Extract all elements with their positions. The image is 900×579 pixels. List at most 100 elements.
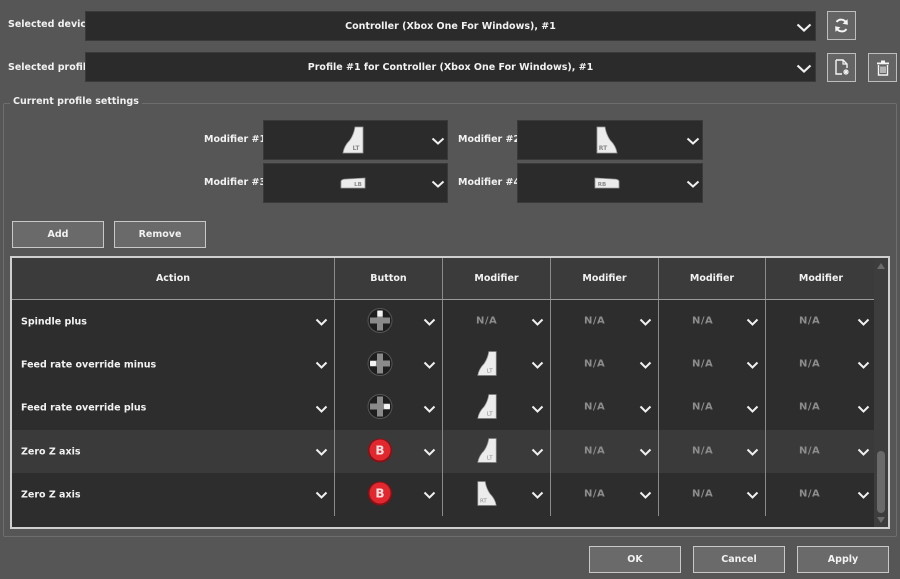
button-cell[interactable] [335, 343, 443, 387]
apply-button[interactable]: Apply [797, 546, 889, 573]
chevron-down-icon[interactable] [423, 318, 436, 326]
chevron-down-icon[interactable] [531, 405, 544, 413]
right-trigger-icon: RT [596, 126, 618, 154]
button-cell[interactable] [335, 386, 443, 430]
modifier-cell[interactable]: N/A [551, 343, 659, 387]
scroll-up-icon[interactable] [874, 261, 888, 271]
chevron-down-icon[interactable] [423, 491, 436, 500]
left-bumper-icon: LB [340, 177, 365, 189]
svg-text:LT: LT [487, 412, 493, 418]
cancel-button[interactable]: Cancel [693, 546, 785, 573]
action-value: Feed rate override minus [21, 359, 157, 371]
modifier-cell[interactable]: N/A [551, 429, 659, 474]
chevron-down-icon[interactable] [315, 318, 328, 326]
modifier-cell[interactable]: N/A [766, 300, 876, 343]
modifier-cell[interactable]: LT [443, 429, 551, 474]
chevron-down-icon[interactable] [857, 318, 870, 326]
not-assigned-value: N/A [799, 444, 821, 456]
refresh-devices-button[interactable] [827, 11, 856, 40]
not-assigned-value: N/A [476, 315, 498, 327]
modifier-4-select[interactable]: RB [517, 163, 703, 203]
modifier-cell[interactable]: N/A [659, 386, 766, 430]
modifier-cell[interactable]: N/A [659, 473, 766, 517]
modifier-cell[interactable]: N/A [659, 429, 766, 474]
action-cell[interactable]: Zero Z axis [12, 473, 335, 517]
table-row[interactable]: Zero Z axis B LT N/A N/A N/A [12, 429, 876, 474]
chevron-down-icon[interactable] [531, 448, 544, 456]
dpad-right-icon [367, 394, 393, 423]
modifier-cell[interactable]: N/A [766, 473, 876, 516]
chevron-down-icon[interactable] [531, 491, 544, 500]
table-row[interactable]: Spindle plus N/A N/A N/A N/A [12, 300, 876, 344]
not-assigned-value: N/A [692, 444, 714, 456]
add-button[interactable]: Add [12, 221, 104, 248]
not-assigned-value: N/A [692, 488, 714, 500]
delete-profile-button[interactable] [868, 53, 897, 82]
modifier-cell[interactable]: N/A [551, 300, 659, 344]
modifier-cell[interactable]: N/A [551, 473, 659, 517]
modifier-cell[interactable]: N/A [766, 430, 876, 473]
table-scrollbar[interactable] [874, 258, 888, 527]
chevron-down-icon[interactable] [639, 318, 652, 326]
chevron-down-icon[interactable] [746, 448, 759, 456]
modifier-cell[interactable]: N/A [659, 300, 766, 344]
new-profile-button[interactable] [827, 53, 856, 82]
column-header-modifier-4: Modifier [798, 273, 844, 284]
device-select[interactable]: Controller (Xbox One For Windows), #1 [85, 11, 816, 41]
action-cell[interactable]: Feed rate override plus [12, 386, 335, 430]
table-row[interactable]: Feed rate override minus LT N/A N/A N/A [12, 343, 876, 387]
chevron-down-icon[interactable] [857, 405, 870, 413]
action-cell[interactable]: Spindle plus [12, 300, 335, 344]
chevron-down-icon[interactable] [857, 491, 870, 500]
chevron-down-icon[interactable] [746, 405, 759, 413]
chevron-down-icon[interactable] [639, 448, 652, 456]
modifier-cell[interactable]: LT [443, 343, 551, 387]
chevron-down-icon[interactable] [857, 361, 870, 370]
chevron-down-icon[interactable] [746, 491, 759, 500]
scrollbar-thumb[interactable] [877, 451, 885, 513]
button-cell[interactable]: B [335, 473, 443, 517]
button-cell[interactable] [335, 300, 443, 344]
left-trigger-icon: LT [342, 126, 363, 154]
chevron-down-icon [686, 180, 700, 188]
modifier-cell[interactable]: N/A [659, 343, 766, 387]
modifier-cell[interactable]: N/A [766, 387, 876, 430]
chevron-down-icon[interactable] [639, 405, 652, 413]
chevron-down-icon[interactable] [315, 405, 328, 413]
chevron-down-icon[interactable] [315, 448, 328, 456]
chevron-down-icon[interactable] [746, 361, 759, 370]
chevron-down-icon[interactable] [639, 491, 652, 500]
modifier-3-select[interactable]: LB [263, 163, 448, 203]
action-cell[interactable]: Zero Z axis [12, 429, 335, 474]
chevron-down-icon[interactable] [423, 361, 436, 370]
left-trigger-icon: LT [476, 350, 498, 379]
modifier-1-select[interactable]: LT [263, 120, 448, 160]
modifier-cell[interactable]: RT [443, 473, 551, 517]
chevron-down-icon[interactable] [315, 491, 328, 500]
remove-button[interactable]: Remove [114, 221, 206, 248]
profile-select[interactable]: Profile #1 for Controller (Xbox One For … [85, 52, 816, 82]
chevron-down-icon[interactable] [531, 361, 544, 370]
chevron-down-icon [431, 180, 445, 188]
modifier-2-select[interactable]: RT [517, 120, 703, 160]
chevron-down-icon[interactable] [531, 318, 544, 326]
ok-button[interactable]: OK [589, 546, 681, 573]
action-cell[interactable]: Feed rate override minus [12, 343, 335, 387]
modifier-cell[interactable]: N/A [551, 386, 659, 430]
button-cell[interactable]: B [335, 429, 443, 474]
scroll-down-icon[interactable] [874, 515, 888, 525]
table-header: Action Button Modifier Modifier Modifier… [12, 258, 876, 300]
chevron-down-icon[interactable] [639, 361, 652, 370]
chevron-down-icon[interactable] [315, 361, 328, 370]
not-assigned-value: N/A [799, 488, 821, 500]
modifier-cell[interactable]: N/A [766, 343, 876, 386]
modifier-cell[interactable]: LT [443, 386, 551, 430]
chevron-down-icon[interactable] [423, 405, 436, 413]
chevron-down-icon[interactable] [423, 448, 436, 456]
table-row[interactable]: Zero Z axis B RT N/A N/A N/A [12, 473, 876, 517]
modifier-cell[interactable]: N/A [443, 300, 551, 344]
chevron-down-icon[interactable] [746, 318, 759, 326]
refresh-icon [835, 18, 848, 33]
chevron-down-icon[interactable] [857, 448, 870, 456]
table-row[interactable]: Feed rate override plus LT N/A N/A N/A [12, 386, 876, 430]
